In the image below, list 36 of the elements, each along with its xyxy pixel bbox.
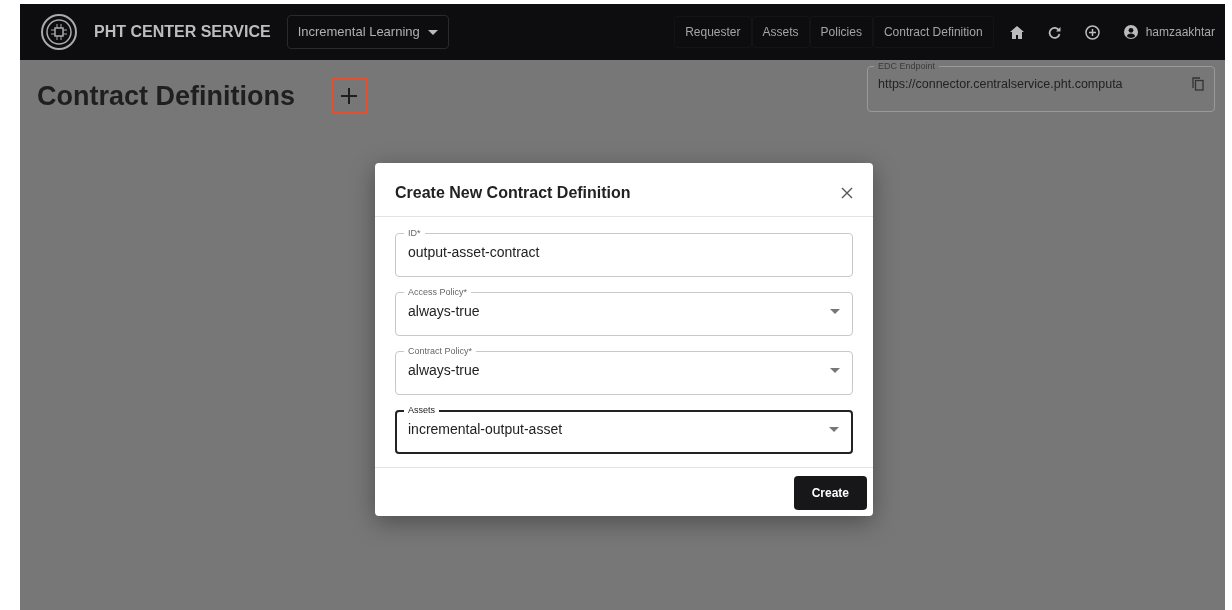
select-field[interactable]: Access Policy* always-true xyxy=(395,288,853,337)
field-value: output-asset-contract xyxy=(408,243,541,263)
dialog-title: Create New Contract Definition xyxy=(395,183,631,203)
field-value: always-true xyxy=(408,302,481,322)
nav-link[interactable]: Assets xyxy=(751,16,810,48)
refresh-icon[interactable] xyxy=(1047,25,1061,39)
nav-link[interactable]: Requester xyxy=(674,16,752,48)
dropdown-caret-icon xyxy=(830,367,840,373)
plus-icon xyxy=(340,87,358,105)
select-field[interactable]: Assets incremental-output-asset xyxy=(395,406,853,455)
create-button[interactable]: Create xyxy=(793,476,867,511)
add-button[interactable] xyxy=(331,78,367,114)
logo-icon xyxy=(40,13,78,51)
nav-link[interactable]: Contract Definition xyxy=(872,16,994,48)
add-circle-icon[interactable] xyxy=(1084,24,1100,40)
select-field[interactable]: Contract Policy* always-true xyxy=(395,347,853,396)
endpoint-url: https://connector.centralservice.pht.computa xyxy=(878,76,1123,93)
copy-icon[interactable] xyxy=(1192,77,1204,92)
field-value: incremental-output-asset xyxy=(408,420,564,440)
field-label: Access Policy* xyxy=(407,288,469,298)
field-label: Assets xyxy=(407,406,436,416)
dropdown-caret-icon xyxy=(829,426,839,432)
brand-name[interactable]: PHT CENTER SERVICE xyxy=(94,20,271,44)
user-icon[interactable] xyxy=(1123,25,1138,39)
caret-icon xyxy=(427,29,438,35)
dropdown-caret-icon xyxy=(830,308,840,314)
project-dropdown[interactable]: Incremental Learning xyxy=(286,15,449,49)
user-name[interactable]: hamzaakhtar xyxy=(1145,23,1215,41)
nav-link[interactable]: Policies xyxy=(809,16,873,48)
field-label: ID* xyxy=(407,229,422,239)
page-title: Contract Definitions xyxy=(37,79,295,113)
close-icon[interactable] xyxy=(841,186,853,199)
home-icon[interactable] xyxy=(1009,25,1024,39)
field-label: Contract Policy* xyxy=(407,347,474,357)
input-field[interactable]: ID* output-asset-contract xyxy=(395,229,853,278)
field-value: always-true xyxy=(408,361,481,381)
